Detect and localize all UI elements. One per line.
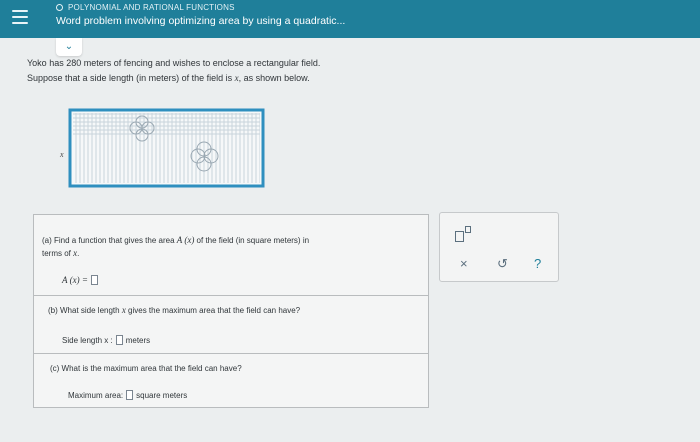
part-b-answer-input[interactable] xyxy=(115,335,123,345)
undo-button[interactable]: ↺ xyxy=(497,257,508,270)
part-a-answer-input[interactable] xyxy=(90,275,98,285)
part-a-question-pre: (a) Find a function that gives the area xyxy=(42,236,177,245)
part-a: (a) Find a function that gives the area … xyxy=(34,215,428,296)
problem-statement: Yoko has 280 meters of fencing and wishe… xyxy=(27,56,320,86)
answer-toolbar: × ↺ ? xyxy=(439,212,559,282)
part-b-answer-label: Side length x : xyxy=(62,335,113,345)
part-c-answer-label: Maximum area: xyxy=(68,390,124,400)
clear-button[interactable]: × xyxy=(460,257,468,270)
part-a-question: (a) Find a function that gives the area … xyxy=(42,234,402,260)
menu-icon[interactable] xyxy=(12,10,28,26)
topic-text: POLYNOMIAL AND RATIONAL FUNCTIONS xyxy=(68,3,235,12)
part-b-question: (b) What side length x gives the maximum… xyxy=(48,304,418,317)
part-c-question: (c) What is the maximum area that the fi… xyxy=(50,364,242,373)
topic-label: POLYNOMIAL AND RATIONAL FUNCTIONS xyxy=(56,3,235,12)
part-b-unit: meters xyxy=(125,335,151,345)
part-c-answer: Maximum area: square meters xyxy=(68,390,187,400)
part-a-answer: A (x) = xyxy=(62,275,98,285)
problem-line-2-post: , as shown below. xyxy=(238,73,310,83)
part-a-question-line2-pre: terms of xyxy=(42,249,74,258)
figure-side-label: x xyxy=(60,150,64,159)
part-b-answer: Side length x : meters xyxy=(62,335,150,345)
help-button[interactable]: ? xyxy=(534,257,541,270)
part-a-question-line2-post: . xyxy=(77,249,80,258)
chevron-down-icon: ⌄ xyxy=(64,41,74,52)
header-bar: POLYNOMIAL AND RATIONAL FUNCTIONS Word p… xyxy=(0,0,700,38)
problem-line-1: Yoko has 280 meters of fencing and wishe… xyxy=(27,58,321,68)
topic-circle-icon xyxy=(56,4,63,11)
part-a-answer-label: A (x) = xyxy=(62,275,88,285)
part-b-question-pre: (b) What side length xyxy=(48,306,122,315)
part-a-function: A (x) xyxy=(176,235,195,245)
part-c: (c) What is the maximum area that the fi… xyxy=(34,353,428,407)
part-b: (b) What side length x gives the maximum… xyxy=(34,295,428,354)
page-title: Word problem involving optimizing area b… xyxy=(56,15,346,27)
question-box: (a) Find a function that gives the area … xyxy=(33,214,429,408)
field-diagram xyxy=(68,108,265,188)
part-b-question-post: gives the maximum area that the field ca… xyxy=(125,306,301,315)
collapse-button[interactable]: ⌄ xyxy=(56,38,82,56)
part-c-answer-input[interactable] xyxy=(126,390,134,400)
part-a-question-post: of the field (in square meters) in xyxy=(194,236,310,245)
problem-line-2-pre: Suppose that a side length (in meters) o… xyxy=(27,73,235,83)
superscript-icon[interactable] xyxy=(455,225,473,243)
part-c-unit: square meters xyxy=(136,390,188,400)
problem-line-2: Suppose that a side length (in meters) o… xyxy=(27,71,320,86)
